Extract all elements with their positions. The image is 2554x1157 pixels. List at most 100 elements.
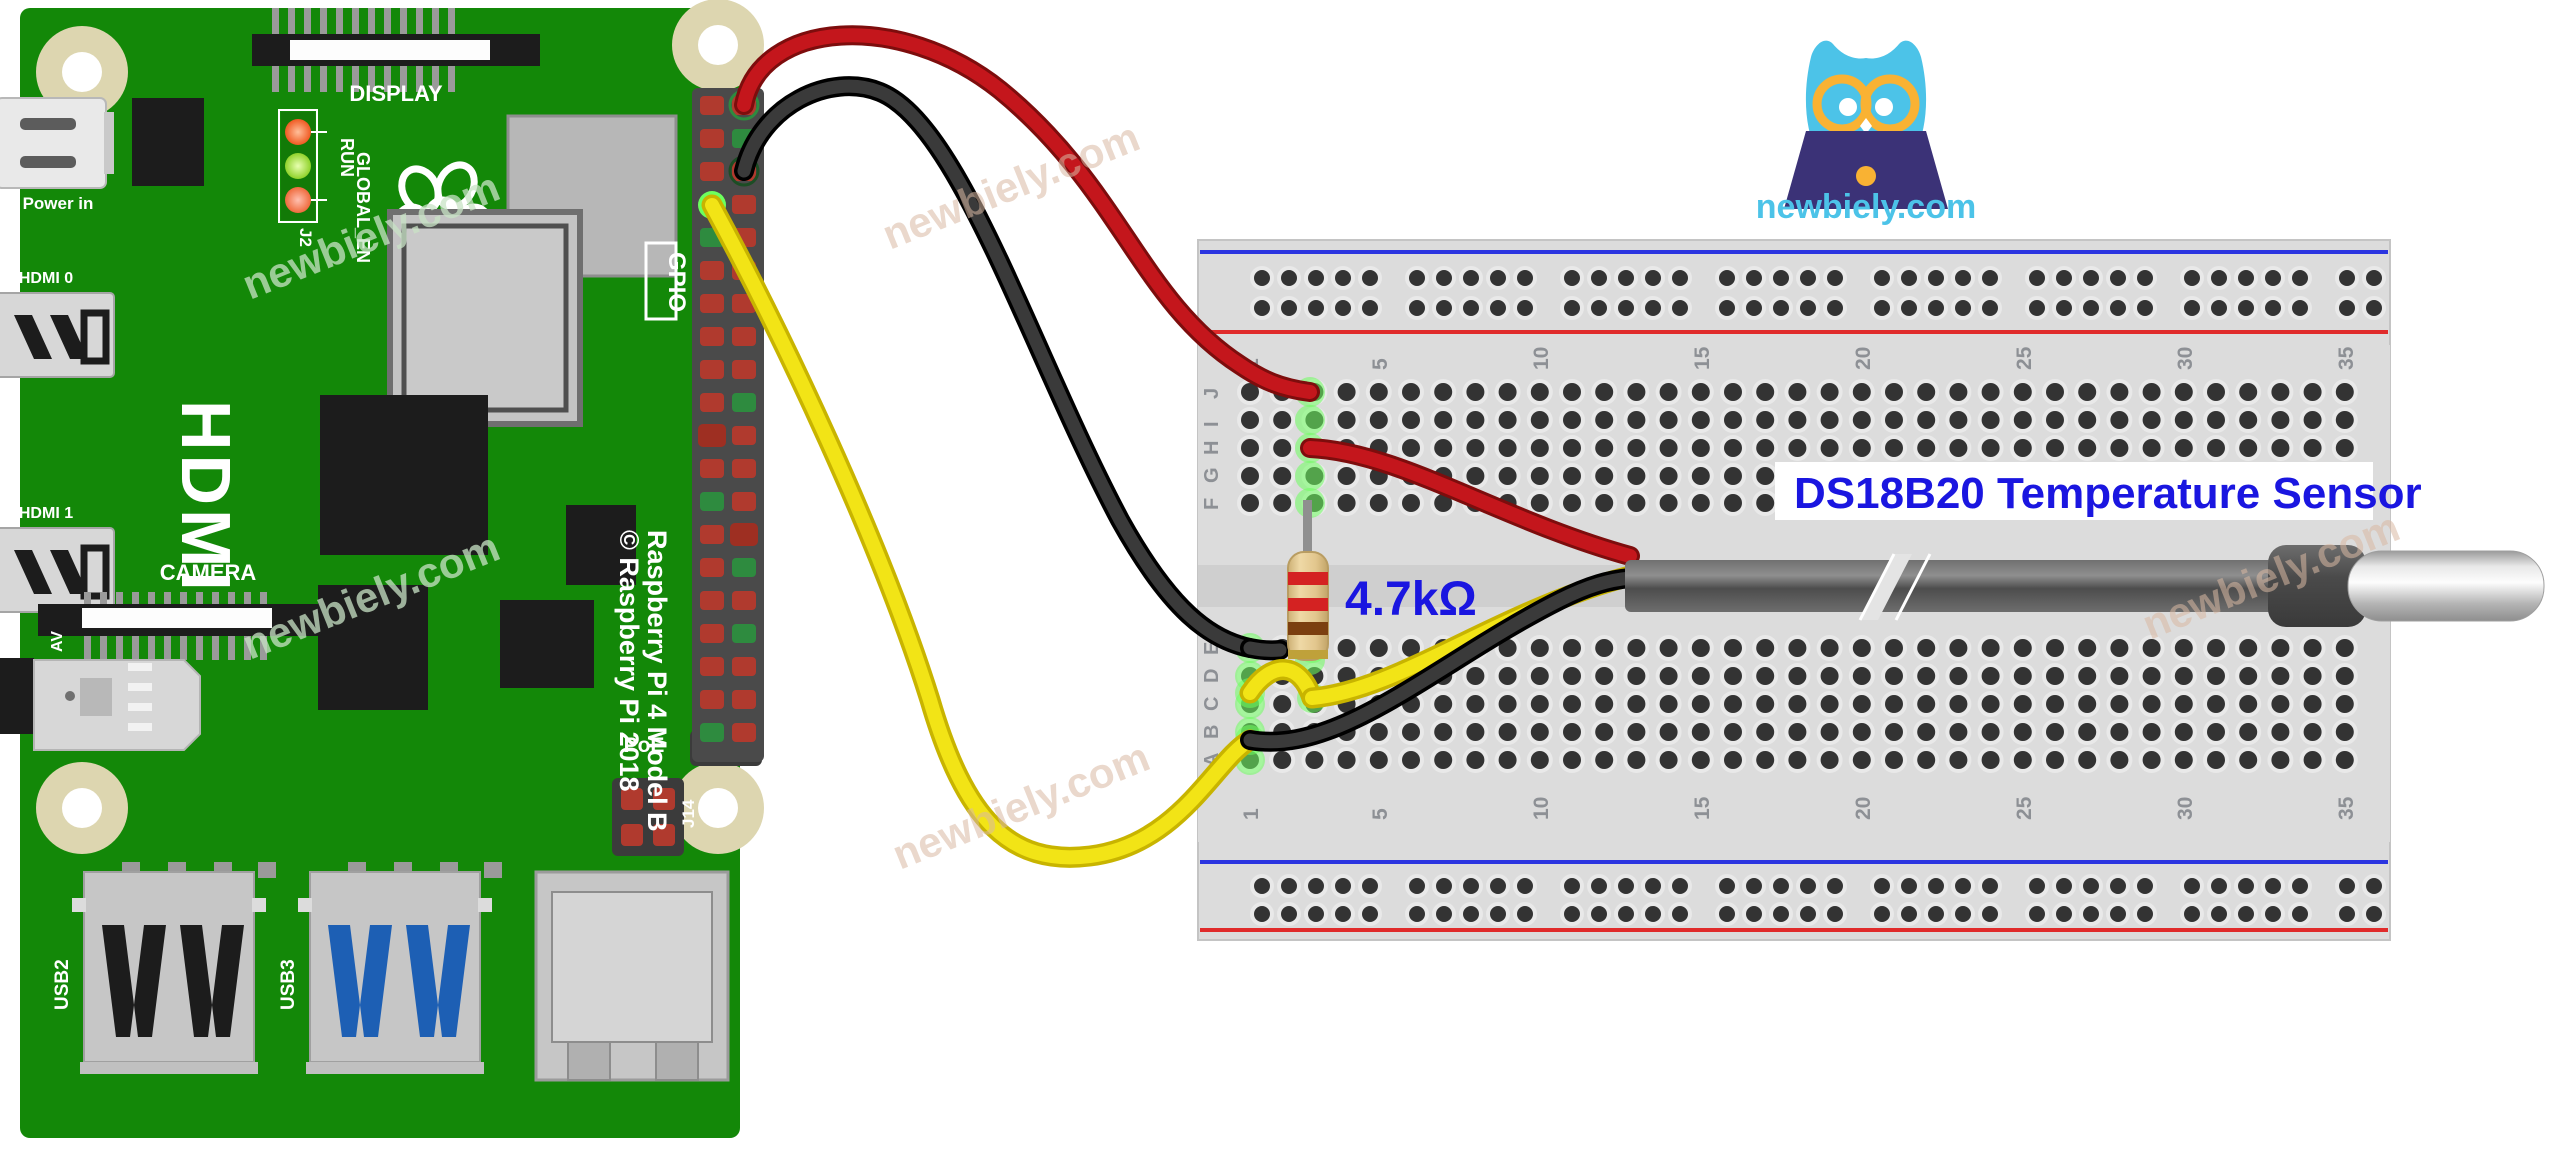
breadboard-hole[interactable] xyxy=(1434,695,1453,713)
breadboard-hole[interactable] xyxy=(1746,270,1762,286)
breadboard-hole[interactable] xyxy=(2335,639,2354,657)
breadboard-hole[interactable] xyxy=(2110,751,2129,769)
breadboard-hole[interactable] xyxy=(2110,300,2126,316)
breadboard-hole[interactable] xyxy=(2142,439,2161,457)
breadboard-hole[interactable] xyxy=(1498,467,1517,485)
breadboard-hole[interactable] xyxy=(1820,439,1839,457)
breadboard-hole[interactable] xyxy=(1827,906,1843,922)
breadboard-hole[interactable] xyxy=(1463,878,1479,894)
breadboard-hole[interactable] xyxy=(2271,411,2290,429)
breadboard-hole[interactable] xyxy=(1530,467,1549,485)
breadboard-hole[interactable] xyxy=(2366,906,2382,922)
breadboard-hole[interactable] xyxy=(1659,411,1678,429)
breadboard-hole[interactable] xyxy=(1591,270,1607,286)
breadboard-hole[interactable] xyxy=(1466,439,1485,457)
breadboard-hole[interactable] xyxy=(1756,411,1775,429)
breadboard-hole[interactable] xyxy=(2110,878,2126,894)
breadboard-hole[interactable] xyxy=(1724,695,1742,713)
breadboard-hole[interactable] xyxy=(1691,467,1710,485)
breadboard-hole[interactable] xyxy=(1645,270,1661,286)
breadboard-hole[interactable] xyxy=(2174,383,2193,401)
breadboard-hole[interactable] xyxy=(2078,695,2097,713)
breadboard-hole[interactable] xyxy=(1563,411,1581,429)
breadboard-hole[interactable] xyxy=(1273,467,1292,485)
breadboard-hole[interactable] xyxy=(1820,667,1839,685)
breadboard-hole[interactable] xyxy=(1308,300,1324,316)
breadboard-hole[interactable] xyxy=(1335,878,1351,894)
breadboard-hole[interactable] xyxy=(1659,695,1678,713)
breadboard-hole[interactable] xyxy=(1773,878,1789,894)
breadboard-hole[interactable] xyxy=(1820,751,1839,769)
breadboard-hole[interactable] xyxy=(1627,667,1646,685)
breadboard-hole[interactable] xyxy=(2078,723,2097,741)
breadboard-hole[interactable] xyxy=(1591,906,1607,922)
breadboard-hole[interactable] xyxy=(2013,639,2032,657)
breadboard-hole[interactable] xyxy=(1337,467,1356,485)
breadboard-hole[interactable] xyxy=(2083,906,2099,922)
breadboard-hole[interactable] xyxy=(1530,667,1549,685)
breadboard-hole[interactable] xyxy=(1490,906,1506,922)
breadboard-hole[interactable] xyxy=(1820,695,1839,713)
breadboard-hole[interactable] xyxy=(2046,411,2064,429)
breadboard-hole[interactable] xyxy=(2339,906,2355,922)
breadboard-hole[interactable] xyxy=(1691,751,1710,769)
breadboard-hole[interactable] xyxy=(1659,439,1678,457)
breadboard-hole[interactable] xyxy=(1409,270,1425,286)
breadboard-hole[interactable] xyxy=(2029,906,2045,922)
breadboard-hole[interactable] xyxy=(1498,411,1517,429)
breadboard-hole[interactable] xyxy=(1241,494,1259,512)
breadboard-hole[interactable] xyxy=(1409,878,1425,894)
breadboard-hole[interactable] xyxy=(1719,878,1735,894)
breadboard-hole[interactable] xyxy=(2184,906,2200,922)
breadboard-hole[interactable] xyxy=(1563,467,1581,485)
breadboard-hole[interactable] xyxy=(2174,667,2193,685)
breadboard-hole[interactable] xyxy=(1563,751,1581,769)
breadboard-hole[interactable] xyxy=(2211,906,2227,922)
breadboard-hole[interactable] xyxy=(1981,639,2000,657)
breadboard-hole[interactable] xyxy=(2292,270,2308,286)
breadboard-hole[interactable] xyxy=(2142,411,2161,429)
breadboard-hole[interactable] xyxy=(1627,639,1646,657)
breadboard-hole[interactable] xyxy=(1874,270,1890,286)
breadboard-hole[interactable] xyxy=(2303,383,2322,401)
breadboard-hole[interactable] xyxy=(1852,439,1871,457)
breadboard-hole[interactable] xyxy=(1254,878,1270,894)
breadboard-hole[interactable] xyxy=(2110,439,2129,457)
breadboard-hole[interactable] xyxy=(2238,878,2254,894)
breadboard-hole[interactable] xyxy=(1800,906,1816,922)
breadboard-hole[interactable] xyxy=(1402,751,1420,769)
breadboard-hole[interactable] xyxy=(1645,878,1661,894)
breadboard-hole[interactable] xyxy=(1885,639,1903,657)
breadboard-hole[interactable] xyxy=(1530,751,1549,769)
breadboard-hole[interactable] xyxy=(2110,667,2129,685)
breadboard-hole[interactable] xyxy=(1852,751,1871,769)
breadboard-hole[interactable] xyxy=(1659,667,1678,685)
breadboard-hole[interactable] xyxy=(2056,878,2072,894)
breadboard-hole[interactable] xyxy=(1498,667,1517,685)
breadboard-hole[interactable] xyxy=(2292,878,2308,894)
breadboard-hole[interactable] xyxy=(1885,383,1903,401)
breadboard-hole[interactable] xyxy=(1530,383,1549,401)
breadboard-hole[interactable] xyxy=(2335,383,2354,401)
breadboard-hole[interactable] xyxy=(1981,439,2000,457)
breadboard-hole[interactable] xyxy=(1788,695,1807,713)
breadboard-hole[interactable] xyxy=(2046,439,2064,457)
breadboard-hole[interactable] xyxy=(1463,300,1479,316)
breadboard-hole[interactable] xyxy=(2303,695,2322,713)
breadboard-hole[interactable] xyxy=(1436,300,1452,316)
breadboard-hole[interactable] xyxy=(2207,383,2225,401)
breadboard-hole[interactable] xyxy=(2211,300,2227,316)
breadboard-hole[interactable] xyxy=(1949,695,1968,713)
breadboard-hole[interactable] xyxy=(1564,906,1580,922)
breadboard-hole[interactable] xyxy=(1281,270,1297,286)
breadboard-hole[interactable] xyxy=(1691,494,1710,512)
breadboard-hole[interactable] xyxy=(1595,494,1614,512)
breadboard-hole[interactable] xyxy=(1337,411,1356,429)
breadboard-hole[interactable] xyxy=(1724,751,1742,769)
breadboard-hole[interactable] xyxy=(1820,411,1839,429)
breadboard-hole[interactable] xyxy=(2239,751,2258,769)
breadboard-hole[interactable] xyxy=(1335,270,1351,286)
breadboard-hole[interactable] xyxy=(1618,906,1634,922)
breadboard-hole[interactable] xyxy=(1627,467,1646,485)
breadboard-hole[interactable] xyxy=(1402,494,1420,512)
